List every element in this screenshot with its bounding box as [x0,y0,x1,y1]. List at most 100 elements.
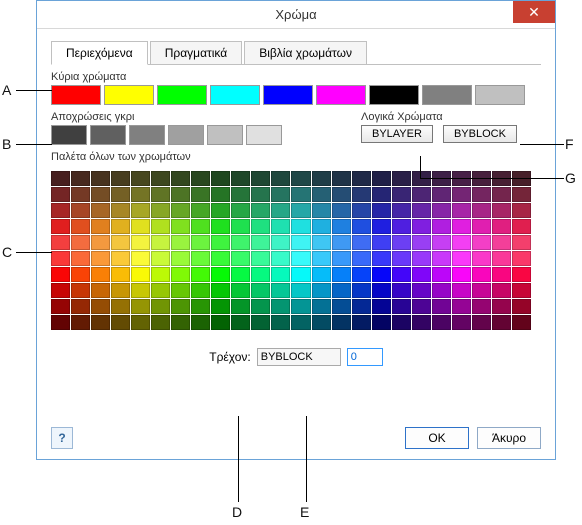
palette-cell[interactable] [372,299,391,314]
palette-cell[interactable] [492,219,511,234]
palette-cell[interactable] [291,203,310,218]
palette-cell[interactable] [372,203,391,218]
palette-cell[interactable] [312,299,331,314]
palette-cell[interactable] [291,187,310,202]
palette-cell[interactable] [492,235,511,250]
palette-cell[interactable] [512,203,531,218]
palette-cell[interactable] [271,219,290,234]
palette-cell[interactable] [51,315,70,330]
palette-cell[interactable] [211,187,230,202]
palette-cell[interactable] [392,251,411,266]
palette-cell[interactable] [191,171,210,186]
palette-cell[interactable] [372,251,391,266]
palette-cell[interactable] [291,251,310,266]
palette-cell[interactable] [91,283,110,298]
palette-cell[interactable] [131,299,150,314]
palette-cell[interactable] [211,299,230,314]
palette-cell[interactable] [291,219,310,234]
palette-cell[interactable] [91,299,110,314]
palette-cell[interactable] [432,267,451,282]
palette-cell[interactable] [251,187,270,202]
palette-cell[interactable] [392,267,411,282]
palette-cell[interactable] [332,187,351,202]
gray-swatch[interactable] [207,125,243,145]
main-color-swatch[interactable] [369,85,419,105]
palette-cell[interactable] [171,299,190,314]
palette-cell[interactable] [171,203,190,218]
palette-cell[interactable] [151,251,170,266]
palette-cell[interactable] [91,235,110,250]
gray-swatch[interactable] [51,125,87,145]
palette-cell[interactable] [352,187,371,202]
palette-cell[interactable] [191,187,210,202]
palette-cell[interactable] [332,283,351,298]
palette-cell[interactable] [271,171,290,186]
palette-cell[interactable] [91,251,110,266]
palette-cell[interactable] [492,267,511,282]
palette-cell[interactable] [271,283,290,298]
palette-cell[interactable] [312,267,331,282]
palette-cell[interactable] [412,315,431,330]
palette-cell[interactable] [352,283,371,298]
palette-cell[interactable] [91,187,110,202]
byblock-button[interactable]: BYBLOCK [443,125,517,143]
palette-cell[interactable] [171,283,190,298]
main-color-swatch[interactable] [422,85,472,105]
palette-cell[interactable] [312,283,331,298]
palette-cell[interactable] [131,267,150,282]
palette-cell[interactable] [412,187,431,202]
palette-cell[interactable] [412,235,431,250]
palette-cell[interactable] [492,203,511,218]
palette-cell[interactable] [51,203,70,218]
palette-cell[interactable] [412,267,431,282]
palette-cell[interactable] [211,267,230,282]
palette-cell[interactable] [51,283,70,298]
palette-cell[interactable] [492,315,511,330]
palette-cell[interactable] [211,171,230,186]
palette-cell[interactable] [472,235,491,250]
palette-cell[interactable] [392,235,411,250]
palette-cell[interactable] [432,235,451,250]
bylayer-button[interactable]: BYLAYER [361,125,433,143]
palette-cell[interactable] [352,235,371,250]
palette-cell[interactable] [412,203,431,218]
palette-cell[interactable] [111,235,130,250]
main-color-swatch[interactable] [104,85,154,105]
palette-cell[interactable] [352,171,371,186]
palette-cell[interactable] [432,203,451,218]
palette-cell[interactable] [412,219,431,234]
palette-cell[interactable] [271,267,290,282]
palette-cell[interactable] [332,299,351,314]
palette-cell[interactable] [191,283,210,298]
palette-cell[interactable] [151,283,170,298]
palette-cell[interactable] [372,315,391,330]
main-color-swatch[interactable] [263,85,313,105]
palette-cell[interactable] [171,219,190,234]
palette-cell[interactable] [131,187,150,202]
palette-cell[interactable] [472,187,491,202]
palette-cell[interactable] [131,219,150,234]
palette-cell[interactable] [432,251,451,266]
main-color-swatch[interactable] [210,85,260,105]
palette-cell[interactable] [231,171,250,186]
palette-cell[interactable] [111,203,130,218]
palette-cell[interactable] [291,267,310,282]
palette-cell[interactable] [151,299,170,314]
palette-cell[interactable] [231,187,250,202]
palette-cell[interactable] [171,187,190,202]
palette-cell[interactable] [231,203,250,218]
palette-cell[interactable] [131,315,150,330]
palette-cell[interactable] [51,267,70,282]
palette-cell[interactable] [91,315,110,330]
palette-cell[interactable] [452,299,471,314]
palette-cell[interactable] [231,219,250,234]
palette-cell[interactable] [91,267,110,282]
palette-cell[interactable] [111,187,130,202]
palette-cell[interactable] [251,219,270,234]
palette-cell[interactable] [492,299,511,314]
close-button[interactable]: ✕ [513,1,555,23]
palette-cell[interactable] [392,203,411,218]
palette-cell[interactable] [472,315,491,330]
palette-cell[interactable] [71,219,90,234]
help-button[interactable]: ? [51,427,73,449]
